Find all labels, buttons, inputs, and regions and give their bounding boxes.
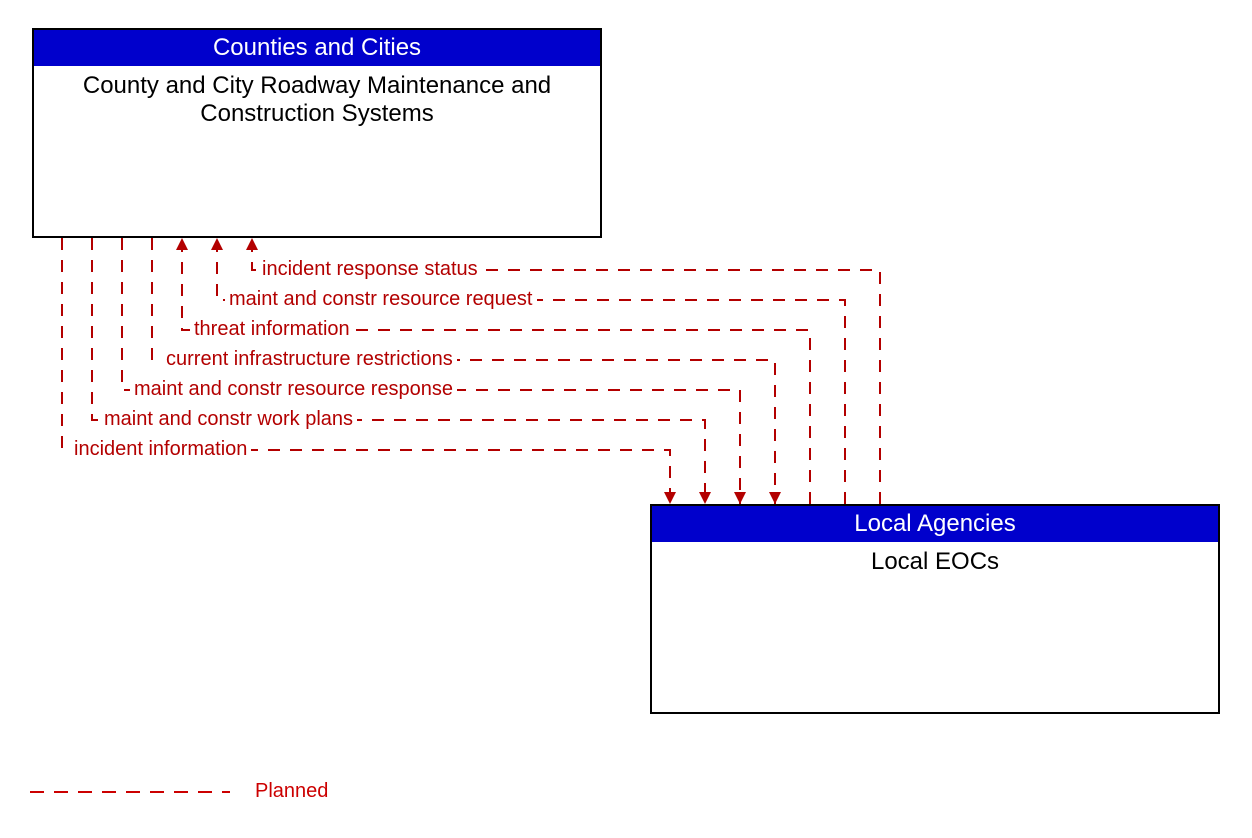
flow-incident-response-status: incident response status (258, 258, 482, 281)
flow-threat-information: threat information (190, 318, 354, 341)
entity-counties-cities: Counties and Cities County and City Road… (32, 28, 602, 238)
flow-incident-information: incident information (70, 438, 251, 461)
flow-current-infrastructure-restrictions: current infrastructure restrictions (162, 348, 457, 371)
flow-maint-constr-work-plans: maint and constr work plans (100, 408, 357, 431)
legend-planned: Planned (255, 780, 328, 803)
flow-maint-constr-resource-request: maint and constr resource request (225, 288, 537, 311)
flow-maint-constr-resource-response: maint and constr resource response (130, 378, 457, 401)
entity-body-local-eocs: Local EOCs (652, 542, 1218, 582)
entity-body-counties: County and City Roadway Maintenance and … (34, 66, 600, 133)
entity-header-counties: Counties and Cities (34, 30, 600, 66)
entity-header-local-agencies: Local Agencies (652, 506, 1218, 542)
entity-local-agencies: Local Agencies Local EOCs (650, 504, 1220, 714)
